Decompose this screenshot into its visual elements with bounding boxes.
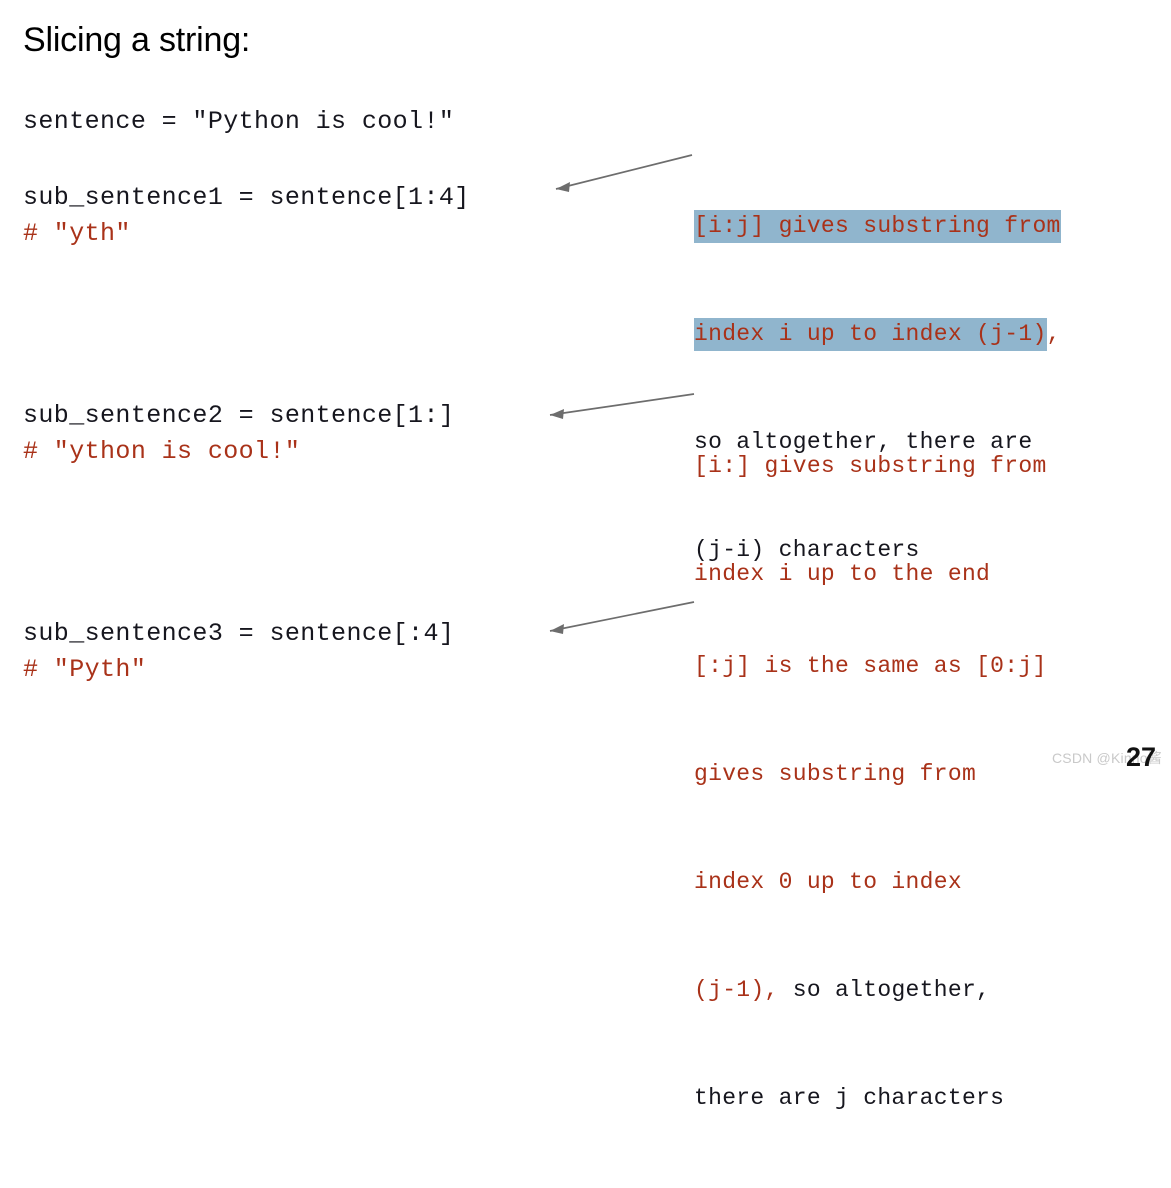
- annotation-text-highlighted: [i:j] gives substring from: [694, 210, 1061, 243]
- code-line: sentence = "Python is cool!": [23, 107, 455, 136]
- annotation-line: index 0 up to index: [694, 864, 1171, 900]
- annotation-text: [i:] gives substring from: [694, 453, 1047, 479]
- annotation-text: so altogether,: [778, 977, 991, 1003]
- annotation-text: there are j characters: [694, 1085, 1005, 1111]
- code-block-assign-sentence: sentence = "Python is cool!": [23, 104, 583, 140]
- code-comment-line: # "ython is cool!": [23, 437, 301, 466]
- annotation-line: [i:] gives substring from: [694, 448, 1171, 484]
- code-block-slice-2: sub_sentence2 = sentence[1:] # "ython is…: [23, 398, 583, 470]
- annotation-text: ,: [1046, 321, 1061, 347]
- annotation-line: [i:j] gives substring from: [694, 208, 1171, 244]
- annotation-line: there are j characters: [694, 1080, 1171, 1116]
- page-title: Slicing a string:: [23, 21, 251, 59]
- code-block-slice-3: sub_sentence3 = sentence[:4] # "Pyth": [23, 616, 583, 688]
- code-line: sub_sentence2 = sentence[1:]: [23, 401, 455, 430]
- slide-canvas: Slicing a string: sentence = "Python is …: [0, 0, 1171, 1111]
- code-block-slice-1: sub_sentence1 = sentence[1:4] # "yth": [23, 180, 583, 252]
- annotation-text: gives substring from: [694, 761, 977, 787]
- annotation-line: index i up to index (j-1),: [694, 316, 1171, 352]
- page-number: 27: [1126, 742, 1157, 772]
- code-comment-line: # "yth": [23, 219, 131, 248]
- annotation-text: [:j] is the same as [0:j]: [694, 653, 1047, 679]
- annotation-line: (j-1), so altogether,: [694, 972, 1171, 1008]
- annotation-note-open-j: [:j] is the same as [0:j] gives substrin…: [694, 576, 1171, 1188]
- code-line: sub_sentence1 = sentence[1:4]: [23, 183, 470, 212]
- annotation-text: (j-1),: [694, 977, 779, 1003]
- annotation-line: [:j] is the same as [0:j]: [694, 648, 1171, 684]
- code-comment-line: # "Pyth": [23, 655, 147, 684]
- code-line: sub_sentence3 = sentence[:4]: [23, 619, 455, 648]
- annotation-text: index 0 up to index: [694, 869, 962, 895]
- annotation-text-highlighted: index i up to index (j-1): [694, 318, 1047, 351]
